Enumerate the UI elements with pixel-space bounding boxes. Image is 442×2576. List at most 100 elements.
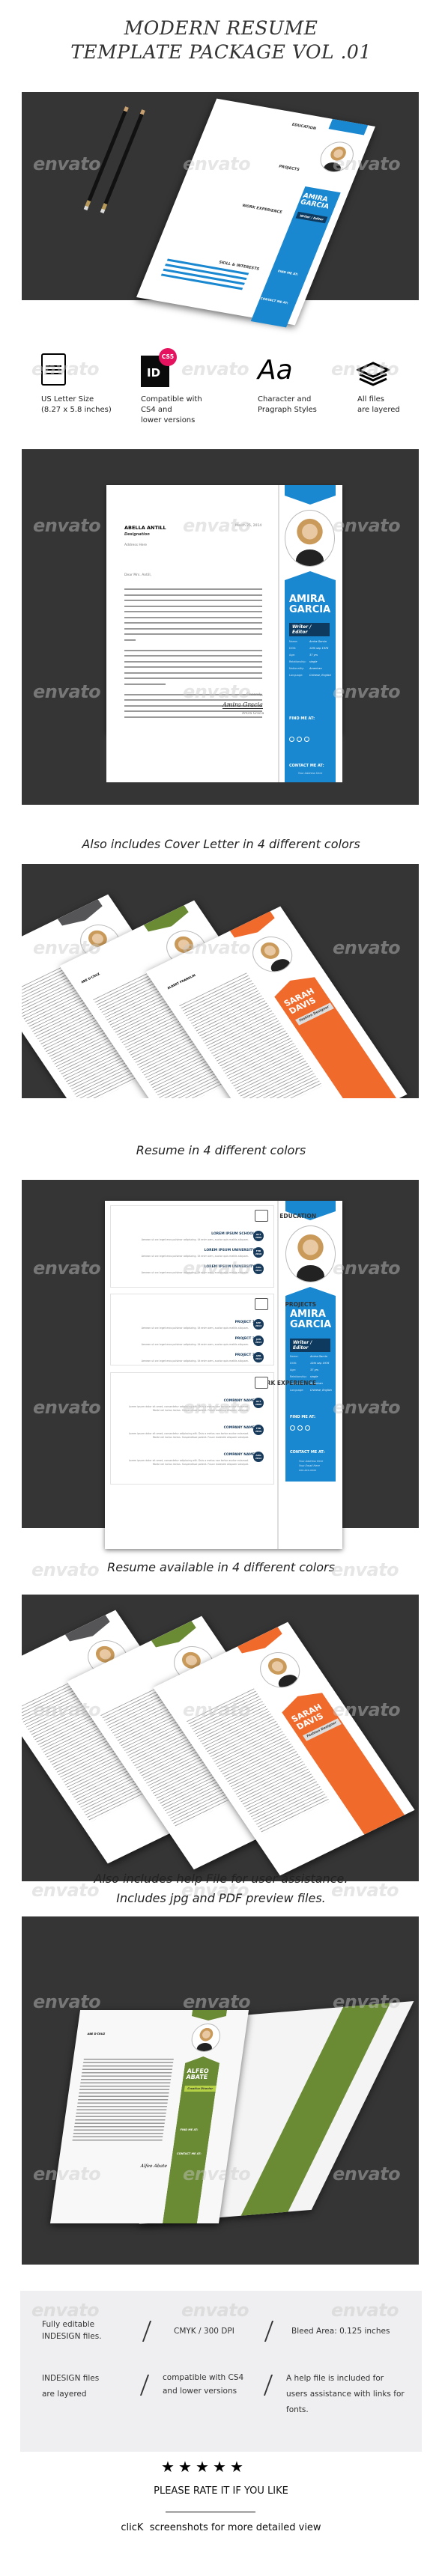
info-label: Nationality: (289, 667, 304, 670)
sender-name: ALBERT FRANKLIN (166, 973, 196, 990)
item-title: PROJECT 2 (234, 1337, 255, 1341)
star-icon[interactable]: ★ (178, 2459, 192, 2474)
item-description: Aenean ut orci eget eros pulvinar adipis… (141, 1343, 249, 1346)
twitter-icon[interactable] (289, 737, 294, 742)
watermark-logo: envato (31, 2300, 100, 2321)
detail-view-hint: clicK screenshots for more detailed view (121, 2522, 321, 2533)
spec-compatible: compatible with CS4 and lower versions (163, 2373, 244, 2396)
caption-resume-available: Resume available in 4 different colors (107, 1560, 335, 1574)
twitter-icon[interactable] (290, 1425, 295, 1431)
info-label: Name: (290, 1355, 299, 1358)
text-line (124, 666, 262, 668)
sender-designation: Designation (124, 532, 150, 537)
find-me-label: FIND ME AT: (180, 2128, 199, 2131)
caption-cover-letter: Also includes Cover Letter in 4 differen… (82, 837, 360, 851)
preview-resume-mockup[interactable]: AMIRA GARCIA Writer / Editor EDUCATION P… (22, 92, 419, 328)
cover-letter-page: ABELLA ANTILL Designation Address Here M… (106, 485, 342, 736)
profile-photo (315, 139, 359, 175)
linkedin-icon[interactable] (304, 737, 309, 742)
item-title: COMPANY NAME (223, 1453, 255, 1457)
info-value: Amira Garcia (309, 640, 327, 643)
watermark-logo: envato (33, 1397, 101, 1418)
specs-panel: Fully editable INDESIGN files. CMYK / 30… (20, 2291, 422, 2452)
layers-icon (357, 362, 390, 386)
feature-text-layered: All files are layered (357, 395, 400, 415)
date-badge: APR 2014 (253, 1352, 264, 1362)
indesign-cs5-icon: ID CS5 (141, 348, 177, 387)
social-icons (289, 737, 309, 742)
info-value: American (309, 667, 322, 670)
date-year: 2013 (255, 1341, 262, 1344)
star-icon[interactable]: ★ (213, 2459, 226, 2474)
contact-me-label: CONTACT ME AT: (290, 1450, 325, 1455)
document-icon (41, 353, 66, 386)
star-icon[interactable]: ★ (196, 2459, 209, 2474)
date-badge: FEB 2010 (253, 1425, 264, 1435)
feature-line: All files (357, 395, 385, 404)
salutation: Dear Mrs. Antill, (124, 573, 152, 577)
cs5-badge: CS5 (159, 348, 177, 366)
item-title: COMPANY NAME (223, 1426, 255, 1430)
caption-line-1: Also includes help File for user assista… (94, 1872, 348, 1886)
resume-page: AMIRA GARCIA Writer / Editor FIND ME AT:… (105, 1201, 342, 1549)
text-line (124, 600, 262, 601)
watermark-logo: envato (33, 681, 101, 702)
preview-resume-detail[interactable]: AMIRA GARCIA Writer / Editor FIND ME AT:… (22, 1180, 419, 1549)
contact-list: Your Address Here Your Email Here xxx-xx… (299, 1459, 323, 1473)
divider-slash (264, 2321, 274, 2342)
find-me-label: FIND ME AT: (290, 1415, 316, 1419)
contact-address: Your Address Here (298, 772, 323, 775)
facebook-icon[interactable] (297, 1425, 303, 1431)
info-value: single (309, 660, 318, 663)
preview-resume-colors[interactable]: AARONANDLERFinancial AnalystALFEOABATECr… (22, 1595, 419, 1881)
info-label: Name: (289, 640, 298, 643)
item-description: Aenean ut orci eget eros pulvinar adipis… (141, 1255, 249, 1258)
section-education (110, 1205, 274, 1288)
feature-line: CS4 and (141, 406, 172, 414)
info-value: Chinese, English (309, 674, 331, 677)
preview-green-cover-letter[interactable]: ABE D'CRUZ Alfeo Abate ALFEO ABATE Creat… (22, 1916, 419, 2265)
contact-list: Your Address Here (298, 771, 322, 776)
date-year: 2012 (255, 1457, 262, 1460)
watermark-logo: envato (33, 1991, 101, 2012)
item-description: Lorem ipsum dolor sit amet, consectetur … (128, 1432, 249, 1439)
text-line (124, 627, 262, 630)
sidebar-name: AMIRA GARCIA (290, 1309, 331, 1330)
item-description: Lorem ipsum dolor sit amet, consectetur … (128, 1459, 249, 1466)
divider-slash (142, 2321, 152, 2342)
item-title: LOREM IPSUM UNIVERSITY (204, 1265, 255, 1269)
profile-photo (285, 1225, 336, 1282)
text-line (124, 611, 262, 612)
name-line-1: AMIRA (290, 1309, 326, 1320)
date-year: 2008 (255, 1236, 262, 1239)
text-line (124, 655, 262, 657)
sidebar-name: AMIRA GARCIA (289, 594, 330, 615)
sidebar-top-tab (191, 2010, 228, 2021)
star-icon[interactable]: ★ (161, 2459, 175, 2474)
item-description: Aenean ut orci eget eros pulvinar adipis… (141, 1359, 249, 1362)
contact-phone: xxx-xxx-xxxx (299, 1469, 317, 1472)
text-line (124, 693, 262, 695)
name-line-2: ABATE (185, 2074, 208, 2081)
text-line (124, 716, 262, 718)
signature: Amira Gracia (222, 701, 263, 709)
item-title: LOREM IPSUM SCHOOL (211, 1232, 255, 1236)
name-line-1: AMIRA (289, 594, 325, 605)
text-line (124, 616, 262, 618)
social-icons (290, 1425, 310, 1431)
facebook-icon[interactable] (297, 737, 302, 742)
info-label: Language: (290, 1389, 304, 1392)
divider (277, 1201, 279, 1549)
watermark-logo: envato (333, 681, 401, 702)
feature-line: Pragraph Styles (258, 406, 317, 414)
star-rating[interactable]: ★ ★ ★ ★ ★ (161, 2459, 266, 2476)
date-year: 2012 (255, 1324, 262, 1327)
preview-cover-colors[interactable]: AARONANDLERFinancial AnalystFA CHANGALFE… (22, 864, 419, 1098)
text-line (124, 588, 262, 590)
watermark-logo: envato (333, 2164, 401, 2184)
linkedin-icon[interactable] (305, 1425, 310, 1431)
star-icon[interactable]: ★ (230, 2459, 243, 2474)
sender-name: ABELLA ANTILL (124, 525, 166, 531)
resume-page-tilted: AMIRA GARCIA Writer / Editor EDUCATION P… (136, 98, 375, 328)
date-badge: AUG 2012 (253, 1452, 264, 1462)
